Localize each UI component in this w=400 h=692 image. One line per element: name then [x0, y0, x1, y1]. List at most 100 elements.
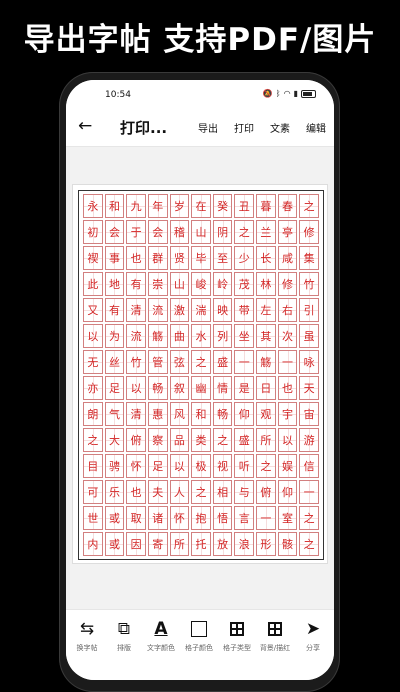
grid-cell: 在 — [191, 194, 211, 218]
grid-cell: 盛 — [212, 350, 233, 374]
grid-cell: 观 — [256, 402, 276, 426]
grid-cell: 是 — [234, 376, 255, 400]
grid-cell: 放 — [212, 532, 233, 556]
grid-cell: 次 — [277, 324, 298, 348]
back-arrow-icon[interactable]: ← — [78, 116, 92, 136]
grid-cell: 觞 — [256, 350, 276, 374]
grid-cell: 湍 — [191, 298, 211, 322]
text-source-button[interactable]: 文素 — [270, 120, 290, 135]
grid-cell: 盛 — [234, 428, 255, 452]
grid-cell: 稽 — [169, 220, 190, 244]
grid-cell: 与 — [234, 480, 255, 504]
grid-cell: 映 — [212, 298, 233, 322]
grid-cell: 寄 — [147, 532, 168, 556]
grid-cell: 宙 — [299, 402, 319, 426]
grid-cell: 骋 — [104, 454, 125, 478]
grid-cell: 竹 — [126, 350, 146, 374]
export-button[interactable]: 导出 — [198, 120, 218, 135]
grid-cell: 丑 — [234, 194, 255, 218]
grid-cell: 和 — [191, 402, 211, 426]
grid-cell: 群 — [147, 246, 168, 270]
grid-cell: 俯 — [126, 428, 146, 452]
grid-cell: 一 — [277, 350, 298, 374]
edit-button[interactable]: 编辑 — [306, 120, 326, 135]
grid-cell: 贤 — [169, 246, 190, 270]
status-icons: 🔕 ᛒ ◠ ▮ — [263, 89, 316, 98]
grid-cell: 列 — [212, 324, 233, 348]
square-icon — [180, 618, 218, 640]
grid-cell: 虽 — [299, 324, 319, 348]
grid-cell: 山 — [169, 272, 190, 296]
print-button[interactable]: 打印 — [234, 120, 254, 135]
character-grid: 永和九年岁在癸丑暮春之初会于会稽山阴之兰亭修禊事也群贤毕至少长咸集此地有崇山峻岭… — [78, 190, 324, 560]
tool-grid-type[interactable]: 格子类型 — [218, 618, 256, 653]
grid-cell: 听 — [234, 454, 255, 478]
grid-filled-icon — [256, 618, 294, 640]
tool-label: 换字帖 — [76, 644, 98, 652]
grid-cell: 右 — [277, 298, 298, 322]
grid-cell: 以 — [83, 324, 103, 348]
grid-cell: 亦 — [83, 376, 103, 400]
grid-cell: 畅 — [147, 376, 168, 400]
grid-cell: 也 — [277, 376, 298, 400]
grid-cell: 九 — [126, 194, 146, 218]
grid-cell: 春 — [277, 194, 298, 218]
tool-layout[interactable]: ⧉ 排版 — [105, 618, 143, 653]
tool-background[interactable]: 背景/描红 — [256, 618, 294, 653]
grid-cell: 岁 — [169, 194, 190, 218]
tool-swap[interactable]: ⇆ 换字帖 — [68, 618, 106, 653]
tool-label: 分享 — [306, 644, 320, 652]
wifi-icon: ◠ — [283, 89, 291, 98]
grid-cell: 以 — [126, 376, 146, 400]
grid-cell: 激 — [169, 298, 190, 322]
grid-cell: 毕 — [191, 246, 211, 270]
grid-cell: 抱 — [191, 506, 211, 530]
grid-cell: 形 — [256, 532, 276, 556]
grid-cell: 流 — [147, 298, 168, 322]
grid-cell: 仰 — [234, 402, 255, 426]
page-title: 打印... — [120, 119, 168, 137]
grid-cell: 乐 — [104, 480, 125, 504]
tool-text-color[interactable]: A 文字颜色 — [142, 618, 180, 653]
grid-cell: 和 — [104, 194, 125, 218]
grid-cell: 坐 — [234, 324, 255, 348]
grid-cell: 取 — [126, 506, 146, 530]
grid-cell: 也 — [126, 480, 146, 504]
grid-cell: 以 — [277, 428, 298, 452]
grid-cell: 怀 — [169, 506, 190, 530]
grid-cell: 有 — [126, 272, 146, 296]
grid-cell: 集 — [299, 246, 319, 270]
grid-cell: 足 — [104, 376, 125, 400]
grid-cell: 兰 — [256, 220, 276, 244]
layout-icon: ⧉ — [117, 619, 131, 639]
grid-cell: 一 — [299, 480, 319, 504]
silent-icon: 🔕 — [262, 89, 273, 98]
appbar-actions: 导出 打印 文素 编辑 — [182, 120, 326, 135]
grid-cell: 足 — [147, 454, 168, 478]
grid-cell: 品 — [169, 428, 190, 452]
grid-cell: 室 — [277, 506, 298, 530]
grid-cell: 清 — [126, 298, 146, 322]
grid-cell: 怀 — [126, 454, 146, 478]
grid-cell: 之 — [191, 480, 211, 504]
grid-cell: 或 — [104, 506, 125, 530]
grid-cell: 所 — [256, 428, 276, 452]
grid-cell: 可 — [83, 480, 103, 504]
grid-cell: 修 — [277, 272, 298, 296]
grid-cell: 大 — [104, 428, 125, 452]
grid-cell: 为 — [104, 324, 125, 348]
grid-cell: 崇 — [147, 272, 168, 296]
grid-cell: 咏 — [299, 350, 319, 374]
tool-share[interactable]: ➤ 分享 — [294, 618, 332, 653]
send-icon: ➤ — [305, 619, 321, 639]
tool-grid-color[interactable]: 格子颜色 — [180, 618, 218, 653]
grid-cell: 畅 — [212, 402, 233, 426]
grid-cell: 丝 — [104, 350, 125, 374]
grid-cell: 此 — [83, 272, 103, 296]
grid-cell: 峻 — [191, 272, 211, 296]
grid-cell: 有 — [104, 298, 125, 322]
grid-cell: 仰 — [277, 480, 298, 504]
grid-cell: 永 — [83, 194, 103, 218]
grid-cell: 一 — [234, 350, 255, 374]
grid-cell: 林 — [256, 272, 276, 296]
